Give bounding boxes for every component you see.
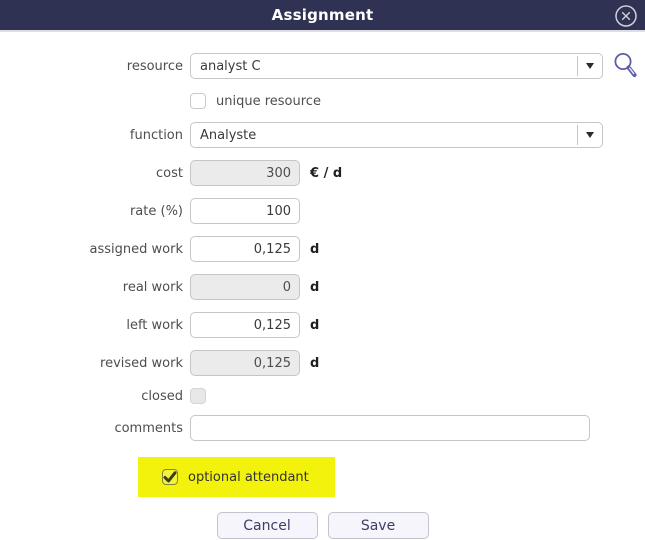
button-row: Cancel Save xyxy=(0,512,645,539)
revised-work-label: revised work xyxy=(0,356,183,371)
left-work-unit: d xyxy=(310,318,319,333)
cost-label: cost xyxy=(0,166,183,181)
close-button[interactable] xyxy=(614,4,638,28)
assigned-work-row: assigned work d xyxy=(0,236,645,262)
cancel-button[interactable]: Cancel xyxy=(217,512,318,539)
dialog-header: Assignment xyxy=(0,0,645,32)
rate-input[interactable] xyxy=(190,198,300,224)
assigned-work-label: assigned work xyxy=(0,242,183,257)
dialog-title: Assignment xyxy=(272,6,374,24)
cost-input xyxy=(190,160,300,186)
closed-row: closed xyxy=(0,388,645,404)
revised-work-unit: d xyxy=(310,356,319,371)
assigned-work-input[interactable] xyxy=(190,236,300,262)
optional-attendant-label: optional attendant xyxy=(188,470,309,485)
optional-attendant-row: optional attendant xyxy=(138,457,645,497)
assignment-dialog: Assignment resource analyst C xyxy=(0,0,645,540)
real-work-unit: d xyxy=(310,280,319,295)
comments-row: comments xyxy=(0,415,645,441)
cost-row: cost € / d xyxy=(0,160,645,186)
rate-row: rate (%) xyxy=(0,198,645,224)
unique-resource-label: unique resource xyxy=(216,94,321,109)
unique-resource-checkbox[interactable] xyxy=(190,93,206,109)
unique-resource-row: unique resource xyxy=(0,93,645,109)
resource-search-button[interactable] xyxy=(612,51,640,81)
resource-label: resource xyxy=(0,59,183,74)
left-work-input[interactable] xyxy=(190,312,300,338)
cost-unit: € / d xyxy=(310,166,342,181)
optional-attendant-highlight: optional attendant xyxy=(138,457,335,497)
save-button[interactable]: Save xyxy=(328,512,429,539)
real-work-row: real work d xyxy=(0,274,645,300)
assigned-work-unit: d xyxy=(310,242,319,257)
checkmark-icon xyxy=(163,471,177,484)
resource-row: resource analyst C xyxy=(0,51,645,81)
revised-work-row: revised work d xyxy=(0,350,645,376)
rate-label: rate (%) xyxy=(0,204,183,219)
close-icon xyxy=(614,4,638,28)
real-work-label: real work xyxy=(0,280,183,295)
real-work-input xyxy=(190,274,300,300)
comments-input[interactable] xyxy=(190,415,590,441)
closed-label: closed xyxy=(0,389,183,404)
closed-checkbox xyxy=(190,388,206,404)
resource-value: analyst C xyxy=(191,54,577,78)
function-row: function Analyste xyxy=(0,122,645,148)
dialog-body: resource analyst C unique resource funct… xyxy=(0,32,645,539)
revised-work-input xyxy=(190,350,300,376)
left-work-label: left work xyxy=(0,318,183,333)
comments-label: comments xyxy=(0,421,183,436)
chevron-down-icon[interactable] xyxy=(577,56,602,76)
function-label: function xyxy=(0,128,183,143)
chevron-down-icon[interactable] xyxy=(577,125,602,145)
search-icon xyxy=(612,51,640,81)
resource-select[interactable]: analyst C xyxy=(190,53,603,79)
optional-attendant-checkbox[interactable] xyxy=(162,469,178,485)
function-select[interactable]: Analyste xyxy=(190,122,603,148)
left-work-row: left work d xyxy=(0,312,645,338)
function-value: Analyste xyxy=(191,123,577,147)
